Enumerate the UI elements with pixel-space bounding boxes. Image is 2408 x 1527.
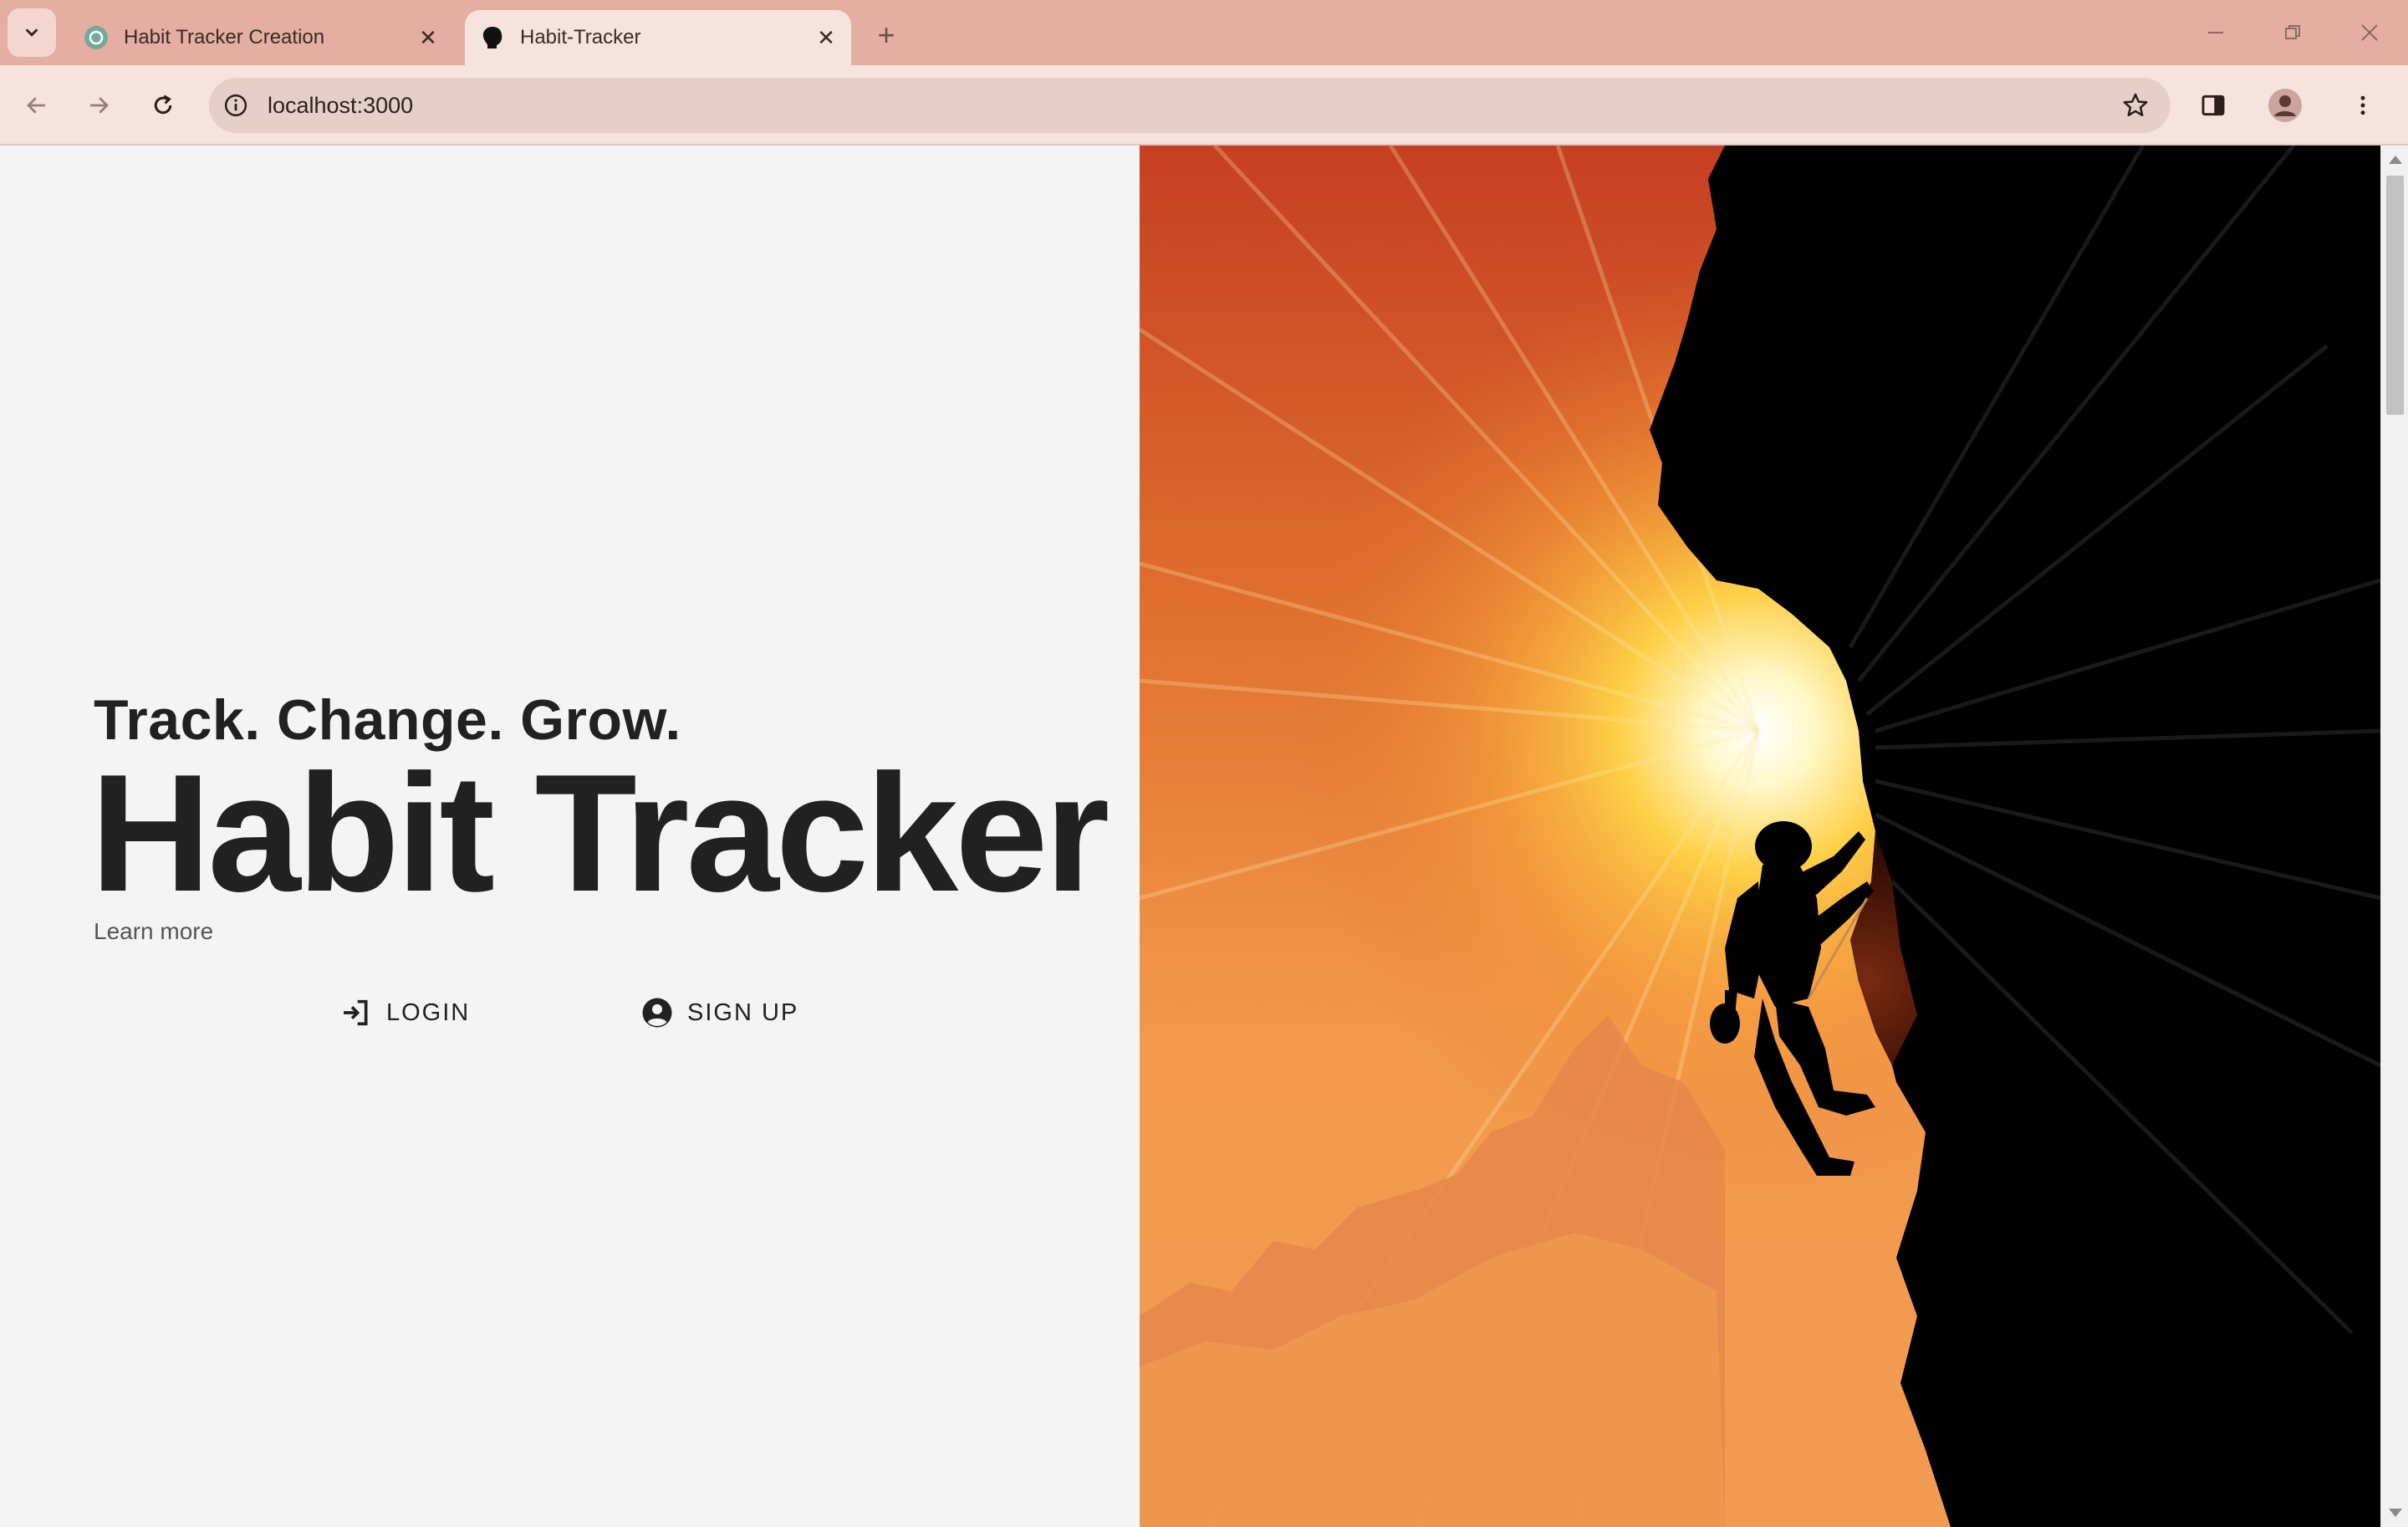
climber-sunset-illustration <box>1140 146 2380 1527</box>
tab-title: Habit-Tracker <box>520 26 641 49</box>
restore-icon <box>2285 25 2300 39</box>
more-vert-icon <box>2360 95 2365 115</box>
back-button[interactable] <box>13 82 60 129</box>
login-label: LOGIN <box>386 998 471 1026</box>
back-arrow-icon <box>27 97 45 114</box>
close-window-button[interactable] <box>2331 0 2408 65</box>
side-panel-button[interactable] <box>2187 79 2239 131</box>
account-circle-icon <box>639 994 676 1031</box>
reload-icon <box>154 94 172 115</box>
tab-habit-tracker-creation[interactable]: Habit Tracker Creation ✕ <box>69 10 453 65</box>
signup-button[interactable]: SIGN UP <box>639 990 798 1035</box>
bookmark-star-icon[interactable] <box>2119 89 2152 122</box>
new-tab-button[interactable]: + <box>866 17 906 54</box>
tab-habit-tracker[interactable]: Habit-Tracker ✕ <box>465 10 851 65</box>
restore-button[interactable] <box>2254 0 2331 65</box>
chevron-down-icon <box>25 28 38 37</box>
site-info-icon[interactable] <box>221 90 251 120</box>
browser-tab-strip: Habit Tracker Creation ✕ Habit-Tracker ✕… <box>0 0 2408 65</box>
forward-arrow-icon <box>90 97 109 114</box>
avatar-icon <box>2268 89 2302 122</box>
scrollbar-thumb[interactable] <box>2386 176 2404 415</box>
chatgpt-icon <box>82 23 110 52</box>
signup-label: SIGN UP <box>687 998 799 1026</box>
close-icon[interactable]: ✕ <box>808 19 844 56</box>
address-bar[interactable]: localhost:3000 <box>209 78 2171 133</box>
learn-more-link[interactable]: Learn more <box>94 918 213 945</box>
login-icon <box>338 994 375 1031</box>
address-bar-url: localhost:3000 <box>268 92 414 118</box>
profile-button[interactable] <box>2259 79 2311 131</box>
reload-button[interactable] <box>140 82 186 129</box>
minimize-icon <box>2208 32 2223 33</box>
browser-menu-button[interactable] <box>2337 79 2389 131</box>
minimize-button[interactable] <box>2177 0 2254 65</box>
tab-title: Habit Tracker Creation <box>124 26 325 49</box>
app-logo-icon <box>478 23 507 52</box>
hero-title: Habit Tracker <box>90 740 1110 927</box>
side-panel-icon <box>2201 94 2225 116</box>
login-button[interactable]: LOGIN <box>338 990 470 1035</box>
scroll-up-arrow-icon[interactable] <box>2389 156 2402 164</box>
tab-search-button[interactable] <box>8 8 56 57</box>
hero-image <box>1140 146 2380 1527</box>
scroll-down-arrow-icon[interactable] <box>2389 1509 2402 1517</box>
close-icon <box>2361 24 2378 41</box>
close-icon[interactable]: ✕ <box>410 19 446 56</box>
page-scrollbar[interactable] <box>2380 146 2408 1527</box>
forward-button[interactable] <box>75 82 122 129</box>
